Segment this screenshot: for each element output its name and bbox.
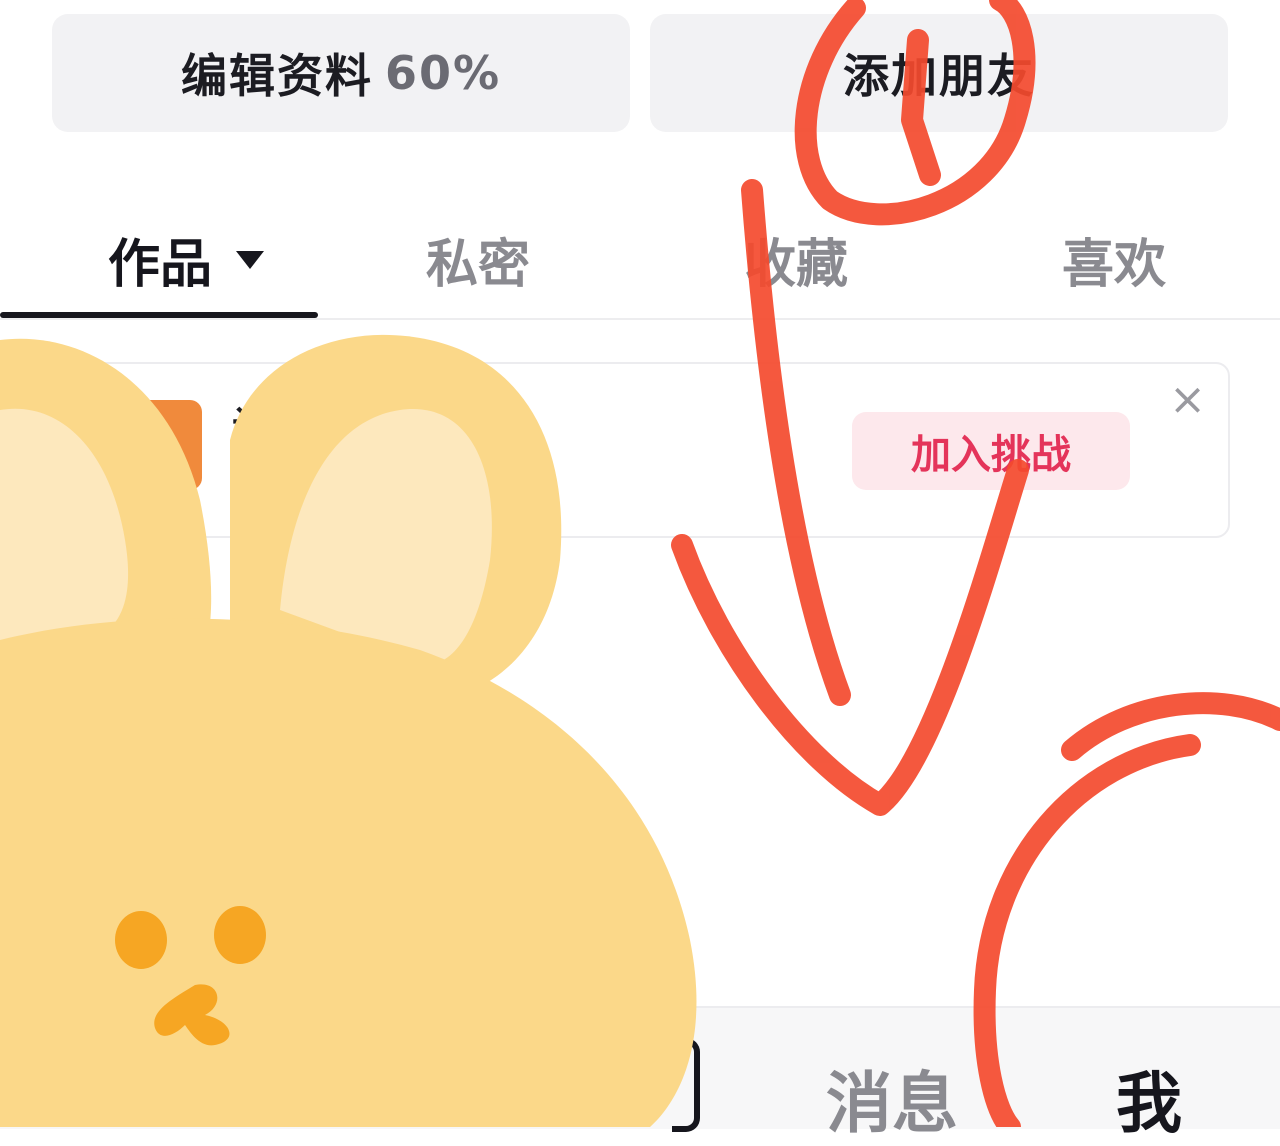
close-icon[interactable]: × — [1169, 378, 1206, 422]
nav-me[interactable]: 我 — [1116, 1050, 1182, 1146]
tab-works-label: 作品 — [108, 235, 213, 295]
tab-works[interactable]: 作品 — [108, 222, 265, 297]
challenge-thumbnail — [112, 400, 202, 490]
tabs-divider — [0, 318, 1280, 320]
challenge-subtitle: 战 — [232, 474, 265, 512]
tab-likes[interactable]: 喜欢 — [1062, 222, 1166, 297]
tab-private-label: 私密 — [426, 235, 531, 295]
nav-item-partial-icon — [672, 1038, 700, 1132]
bunny-eye-right — [214, 906, 266, 964]
join-challenge-button[interactable]: 加入挑战 — [852, 412, 1130, 490]
caret-down-icon — [236, 250, 265, 269]
annotation-overlay — [671, 0, 1280, 1127]
add-friend-button[interactable]: 添加朋友 — [650, 14, 1228, 132]
edit-profile-label: 编辑资料 — [180, 49, 373, 103]
tab-favorites[interactable]: 收藏 — [744, 222, 848, 297]
challenge-title: 记 滴 — [232, 403, 331, 452]
tab-private[interactable]: 私密 — [426, 222, 530, 297]
tab-favorites-label: 收藏 — [744, 235, 849, 295]
nav-messages[interactable]: 消息 — [826, 1050, 958, 1146]
annotation-arc — [1061, 692, 1280, 761]
bottom-nav-bar: 消息 我 — [0, 1006, 1280, 1142]
content-tabs: 作品 私密 收藏 喜欢 — [0, 200, 1280, 320]
bunny-sticker — [0, 334, 697, 1127]
profile-completion-percent: 60% — [384, 46, 502, 100]
bunny-eye-left — [115, 911, 167, 969]
challenge-card[interactable]: 记 滴 战 加入挑战 × — [80, 362, 1230, 538]
tab-likes-label: 喜欢 — [1062, 235, 1167, 295]
edit-profile-button[interactable]: 编辑资料 60% — [52, 14, 630, 132]
add-friend-label: 添加朋友 — [843, 49, 1035, 103]
